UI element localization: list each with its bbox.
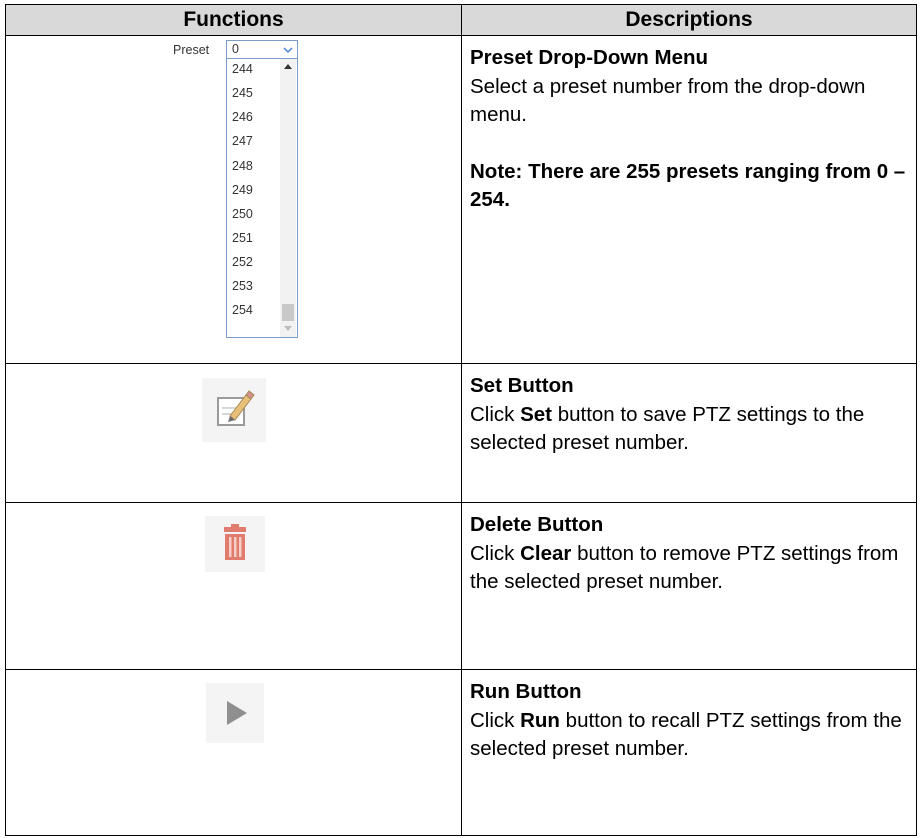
scroll-up-arrow-icon[interactable] (284, 64, 292, 69)
delete-button[interactable] (205, 516, 265, 572)
trash-can-icon (224, 524, 246, 560)
play-icon (227, 701, 247, 725)
preset-select[interactable]: 0 (226, 40, 298, 59)
chevron-down-icon (283, 47, 293, 54)
scroll-down-arrow-icon[interactable] (284, 326, 292, 331)
preset-scrollbar[interactable] (280, 59, 296, 337)
preset-option[interactable]: 252 (232, 255, 253, 269)
preset-option[interactable]: 244 (232, 62, 253, 76)
set-description-bold: Set (520, 402, 553, 426)
table-header-row: Functions Descriptions (5, 4, 917, 36)
table-row: Preset 0 244 245 246 247 248 249 250 251 (5, 35, 917, 364)
set-description-cell: Set Button Click Set button to save PTZ … (461, 363, 917, 503)
preset-description-text: Select a preset number from the drop-dow… (470, 74, 866, 127)
preset-option[interactable]: 246 (232, 110, 253, 124)
run-button[interactable] (206, 683, 264, 743)
set-button[interactable] (202, 378, 266, 442)
preset-option[interactable]: 247 (232, 134, 253, 148)
preset-option[interactable]: 250 (232, 207, 253, 221)
function-description-table: Functions Descriptions Preset 0 244 245 … (5, 4, 917, 836)
run-description-pre: Click (470, 708, 521, 732)
preset-option[interactable]: 249 (232, 183, 253, 197)
preset-option[interactable]: 245 (232, 86, 253, 100)
pencil-edit-icon (217, 390, 255, 426)
preset-selected-value: 0 (232, 42, 239, 56)
functions-header: Functions (5, 4, 462, 36)
run-function-cell (5, 669, 462, 836)
delete-description-title: Delete Button (470, 513, 604, 536)
table-row: Run Button Click Run button to recall PT… (5, 669, 917, 836)
preset-option[interactable]: 251 (232, 231, 253, 245)
preset-description-cell: Preset Drop-Down Menu Select a preset nu… (461, 35, 917, 364)
preset-option[interactable]: 248 (232, 159, 253, 173)
preset-label: Preset (173, 43, 210, 57)
run-description-cell: Run Button Click Run button to recall PT… (461, 669, 917, 836)
delete-function-cell (5, 502, 462, 670)
preset-options-list: 244 245 246 247 248 249 250 251 252 253 … (226, 59, 298, 338)
delete-description-cell: Delete Button Click Clear button to remo… (461, 502, 917, 670)
preset-option[interactable]: 253 (232, 279, 253, 293)
set-description-pre: Click (470, 402, 521, 426)
table-row: Delete Button Click Clear button to remo… (5, 502, 917, 670)
preset-option[interactable]: 254 (232, 303, 253, 317)
descriptions-header: Descriptions (461, 4, 917, 36)
scroll-thumb[interactable] (282, 304, 294, 321)
delete-description-pre: Click (470, 541, 521, 565)
table-row: Set Button Click Set button to save PTZ … (5, 363, 917, 503)
preset-note: Note: There are 255 presets ranging from… (470, 159, 906, 212)
preset-function-cell: Preset 0 244 245 246 247 248 249 250 251 (5, 35, 462, 364)
preset-description-title: Preset Drop-Down Menu (470, 46, 709, 69)
delete-description-bold: Clear (520, 541, 572, 565)
run-description-bold: Run (520, 708, 560, 732)
run-description-title: Run Button (470, 680, 582, 703)
set-description-title: Set Button (470, 374, 574, 397)
set-function-cell (5, 363, 462, 503)
